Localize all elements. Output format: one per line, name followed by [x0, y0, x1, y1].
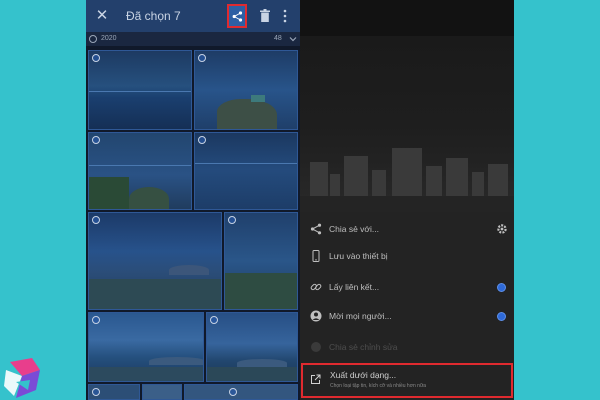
check-icon[interactable] [92, 388, 100, 396]
gear-icon[interactable] [496, 223, 508, 235]
export-as-sublabel: Chọn loại tập tin, kích cỡ và nhiều hơn … [330, 383, 427, 389]
check-icon[interactable] [92, 54, 100, 62]
photo-thumbnail[interactable] [206, 312, 298, 382]
date-section-header: 2020 48 [86, 32, 300, 46]
check-icon[interactable] [92, 136, 100, 144]
photo-preview [300, 36, 514, 212]
photo-thumbnail[interactable] [88, 132, 192, 210]
share-icon [232, 11, 243, 22]
check-icon[interactable] [198, 54, 206, 62]
info-dot[interactable] [497, 312, 506, 321]
get-link-item[interactable]: Lấy liên kết... [300, 273, 514, 301]
selection-title: Đã chọn 7 [126, 9, 181, 23]
selection-app-bar: ✕ Đã chọn 7 [86, 0, 300, 32]
export-as-label: Xuất dưới dạng... [330, 370, 397, 380]
chevron-down-icon[interactable] [289, 35, 297, 43]
share-sheet-panel: Chia sẻ với... Lưu vào thiết bị Lấy liên… [300, 0, 514, 400]
photo-thumbnail[interactable] [88, 50, 192, 130]
brand-logo [4, 358, 40, 398]
photo-thumbnail[interactable] [88, 384, 140, 400]
save-to-device-label: Lưu vào thiết bị [329, 251, 388, 261]
photo-thumbnail[interactable] [142, 384, 182, 400]
save-to-device-item[interactable]: Lưu vào thiết bị [300, 242, 514, 270]
invite-person-icon [310, 310, 322, 322]
info-dot[interactable] [497, 283, 506, 292]
photo-thumbnail[interactable] [88, 312, 204, 382]
share-button[interactable] [227, 4, 247, 28]
check-icon[interactable] [198, 136, 206, 144]
photo-selection-panel: ✕ Đã chọn 7 2020 48 [86, 0, 300, 400]
share-edit-label: Chia sẻ chỉnh sửa [329, 342, 398, 352]
invite-people-item[interactable]: Mời mọi người... [300, 302, 514, 330]
photo-thumbnail[interactable] [184, 384, 298, 400]
close-icon[interactable]: ✕ [95, 7, 109, 25]
share-edit-item: Chia sẻ chỉnh sửa [300, 333, 514, 361]
link-icon [310, 283, 322, 291]
section-count: 48 [274, 35, 282, 42]
photo-thumbnail[interactable] [194, 50, 298, 130]
share-with-label: Chia sẻ với... [329, 224, 379, 234]
check-icon[interactable] [92, 316, 100, 324]
phone-icon [312, 250, 320, 262]
trash-icon[interactable] [260, 9, 270, 22]
section-year: 2020 [101, 35, 117, 42]
select-section-checkbox[interactable] [89, 35, 97, 43]
check-icon[interactable] [229, 388, 237, 396]
invite-people-label: Mời mọi người... [329, 311, 392, 321]
share-with-item[interactable]: Chia sẻ với... [300, 215, 514, 243]
check-icon[interactable] [228, 216, 236, 224]
photo-thumbnail[interactable] [224, 212, 298, 310]
share-icon [310, 223, 322, 235]
share-edit-icon [311, 342, 321, 352]
photo-thumbnail[interactable] [194, 132, 298, 210]
export-as-item[interactable]: Xuất dưới dạng... Chọn loại tập tin, kíc… [301, 363, 513, 398]
get-link-label: Lấy liên kết... [329, 282, 380, 292]
photo-thumbnail[interactable] [88, 212, 222, 310]
more-vertical-icon[interactable] [282, 9, 288, 23]
check-icon[interactable] [210, 316, 218, 324]
export-icon [311, 374, 321, 384]
check-icon[interactable] [92, 216, 100, 224]
